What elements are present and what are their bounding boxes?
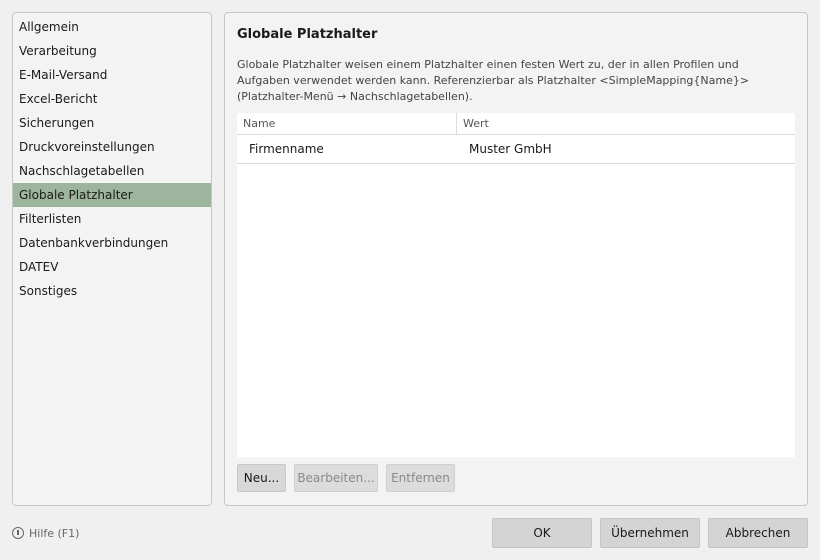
cell-name: Firmenname	[249, 142, 324, 156]
column-header-value[interactable]: Wert	[457, 113, 795, 134]
edit-button[interactable]: Bearbeiten...	[294, 464, 378, 492]
table-row[interactable]: Firmenname Muster GmbH	[237, 135, 795, 164]
placeholder-table: Name Wert Firmenname Muster GmbH	[237, 113, 795, 457]
table-header: Name Wert	[237, 113, 795, 135]
help-label: Hilfe (F1)	[29, 526, 80, 540]
sidebar-item-sonstiges[interactable]: Sonstiges	[13, 279, 211, 303]
settings-sidebar: Allgemein Verarbeitung E-Mail-Versand Ex…	[12, 12, 212, 506]
remove-button[interactable]: Entfernen	[386, 464, 455, 492]
cell-value: Muster GmbH	[469, 142, 552, 156]
sidebar-item-sicherungen[interactable]: Sicherungen	[13, 111, 211, 135]
sidebar-item-druckvoreinstellungen[interactable]: Druckvoreinstellungen	[13, 135, 211, 159]
sidebar-item-excel-bericht[interactable]: Excel-Bericht	[13, 87, 211, 111]
column-header-name[interactable]: Name	[237, 113, 457, 134]
ok-button[interactable]: OK	[492, 518, 592, 548]
help-link[interactable]: Hilfe (F1)	[12, 526, 79, 540]
sidebar-item-globale-platzhalter[interactable]: Globale Platzhalter	[13, 183, 211, 207]
sidebar-item-datev[interactable]: DATEV	[13, 255, 211, 279]
sidebar-item-nachschlagetabellen[interactable]: Nachschlagetabellen	[13, 159, 211, 183]
new-button[interactable]: Neu...	[237, 464, 286, 492]
help-circle-icon	[12, 527, 24, 539]
settings-panel: Globale Platzhalter Globale Platzhalter …	[224, 12, 808, 506]
sidebar-item-verarbeitung[interactable]: Verarbeitung	[13, 39, 211, 63]
sidebar-item-datenbankverbindungen[interactable]: Datenbankverbindungen	[13, 231, 211, 255]
sidebar-item-allgemein[interactable]: Allgemein	[13, 15, 211, 39]
apply-button[interactable]: Übernehmen	[600, 518, 700, 548]
cancel-button[interactable]: Abbrechen	[708, 518, 808, 548]
page-description: Globale Platzhalter weisen einem Platzha…	[237, 58, 750, 103]
page-title: Globale Platzhalter	[237, 27, 378, 42]
sidebar-item-filterlisten[interactable]: Filterlisten	[13, 207, 211, 231]
sidebar-item-email-versand[interactable]: E-Mail-Versand	[13, 63, 211, 87]
